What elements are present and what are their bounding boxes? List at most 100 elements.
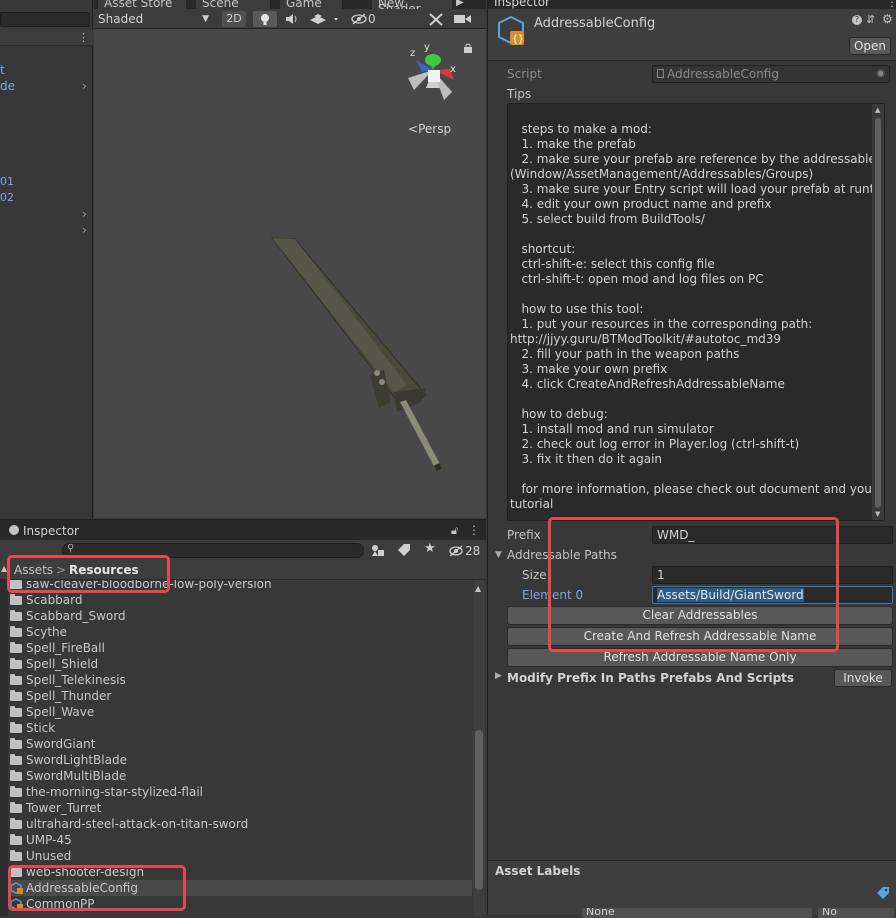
list-item[interactable]: SwordLightBlade — [10, 752, 465, 768]
panel-menu-icon[interactable]: ⋮ — [468, 523, 480, 537]
scriptable-object-icon — [10, 881, 26, 895]
scene-viewport[interactable]: z y x <Persp — [94, 30, 486, 518]
create-and-refresh-button[interactable]: Create And Refresh Addressable Name — [507, 627, 893, 646]
project-scrollbar[interactable]: ▲ — [473, 580, 485, 916]
orientation-gizmo[interactable]: z y x — [400, 42, 466, 114]
list-item[interactable]: Spell_Telekinesis — [10, 672, 465, 688]
filter-type-icon[interactable] — [370, 543, 386, 558]
project-panel-title[interactable]: Inspector — [23, 524, 79, 538]
scriptable-object-icon — [10, 897, 26, 911]
list-item[interactable]: Scabbard — [10, 592, 465, 608]
gear-icon[interactable]: ⚙ — [882, 12, 893, 26]
lock-icon[interactable] — [463, 42, 473, 53]
list-item[interactable]: web-shooter-design — [10, 864, 465, 880]
inspector-tab[interactable]: Inspector — [494, 0, 550, 9]
tips-line — [510, 227, 884, 242]
shading-mode-dropdown[interactable]: Shaded ▼ — [95, 10, 215, 28]
effects-toggle-icon[interactable] — [306, 11, 342, 27]
foldout-closed-icon[interactable]: ▶ — [495, 671, 502, 681]
hierarchy-item[interactable]: 01 — [0, 175, 14, 188]
hierarchy-item[interactable]: de — [0, 79, 15, 93]
scrollbar-thumb[interactable] — [875, 118, 881, 508]
list-item-label: Scabbard — [26, 593, 83, 607]
lock-icon[interactable]: 🔓︎ — [451, 524, 458, 538]
panel-menu-icon[interactable]: ⋮ — [886, 0, 896, 9]
list-item[interactable]: the-morning-star-stylized-flail — [10, 784, 465, 800]
list-item-label: Unused — [26, 849, 72, 863]
size-label: Size — [522, 568, 547, 582]
list-item[interactable]: SwordGiant — [10, 736, 465, 752]
folder-icon — [10, 642, 22, 653]
camera-icon[interactable] — [452, 11, 476, 27]
tips-textarea[interactable]: steps to make a mod: 1. make the prefab … — [507, 103, 885, 521]
list-item[interactable]: Stick — [10, 720, 465, 736]
more-tabs-icon[interactable]: ▶ — [456, 0, 464, 8]
object-picker-icon[interactable]: ◉ — [876, 66, 885, 82]
help-icon[interactable]: ? — [852, 15, 862, 25]
hidden-packages-icon[interactable] — [448, 543, 464, 558]
prefix-input[interactable]: WMD_ — [652, 526, 893, 544]
audio-toggle-icon[interactable] — [282, 11, 302, 27]
list-item[interactable]: Unused — [10, 848, 465, 864]
clear-addressables-button[interactable]: Clear Addressables — [507, 606, 893, 625]
scroll-up-arrow-icon[interactable]: ▲ — [1, 564, 7, 573]
list-item[interactable]: Spell_Thunder — [10, 688, 465, 704]
scroll-up-arrow-icon[interactable]: ▲ — [875, 106, 880, 114]
addressable-paths-label[interactable]: Addressable Paths — [507, 548, 617, 562]
list-item[interactable]: Tower_Turret — [10, 800, 465, 816]
tips-line: 3. make your own prefix — [510, 362, 668, 376]
folder-icon — [10, 580, 22, 589]
scroll-up-arrow-icon[interactable]: ▲ — [475, 584, 481, 593]
tips-scrollbar[interactable]: ▲ ▼ — [872, 104, 884, 520]
chevron-right-icon[interactable]: › — [82, 79, 87, 93]
script-file-icon — [657, 69, 664, 78]
list-item[interactable]: Spell_Wave — [10, 704, 465, 720]
scroll-down-arrow-icon[interactable]: ▼ — [875, 510, 880, 518]
open-button[interactable]: Open — [849, 37, 891, 55]
tools-icon[interactable] — [426, 11, 446, 27]
hierarchy-menu-icon[interactable]: ⋮ — [78, 31, 89, 45]
list-item[interactable]: CommonPP — [10, 896, 465, 912]
list-item[interactable]: UMP-45 — [10, 832, 465, 848]
bottom-partial-field[interactable]: None — [582, 908, 812, 918]
breadcrumb-assets[interactable]: Assets — [14, 563, 53, 577]
list-item[interactable]: SwordMultiBlade — [10, 768, 465, 784]
hierarchy-item[interactable]: t — [0, 63, 5, 77]
label-tag-icon[interactable] — [876, 886, 890, 900]
list-item[interactable]: Scabbard_Sword — [10, 608, 465, 624]
breadcrumb-resources[interactable]: Resources — [69, 563, 139, 577]
chevron-right-icon[interactable]: › — [82, 207, 87, 221]
list-item[interactable]: ultrahard-steel-attack-on-titan-sword — [10, 816, 465, 832]
list-item[interactable]: Scythe — [10, 624, 465, 640]
favorite-star-icon[interactable]: ★ — [424, 541, 436, 556]
tips-line: tutorial — [510, 497, 554, 511]
foldout-open-icon[interactable]: ▼ — [495, 550, 502, 560]
projection-toggle[interactable]: <Persp — [408, 122, 451, 136]
folder-icon — [10, 818, 22, 829]
hierarchy-item[interactable]: 02 — [0, 191, 14, 204]
list-item[interactable]: Spell_FireBall — [10, 640, 465, 656]
tips-line — [510, 392, 884, 407]
presets-icon[interactable]: ⇵ — [866, 13, 875, 26]
list-item-label: SwordGiant — [26, 737, 96, 751]
size-input[interactable]: 1 — [652, 566, 893, 584]
chevron-right-icon[interactable]: › — [82, 223, 87, 237]
invoke-button[interactable]: Invoke — [834, 669, 892, 687]
list-item[interactable]: saw-cleaver-bloodborne-low-poly-version — [10, 580, 465, 592]
filter-label-icon[interactable] — [396, 543, 412, 558]
refresh-name-only-button[interactable]: Refresh Addressable Name Only — [507, 648, 893, 667]
modify-prefix-label[interactable]: Modify Prefix In Paths Prefabs And Scrip… — [507, 671, 794, 685]
folder-icon — [10, 658, 22, 669]
list-item[interactable]: Spell_Shield — [10, 656, 465, 672]
folder-icon — [10, 754, 22, 765]
tips-line: 5. select build from BuildTools/ — [510, 212, 705, 226]
element-0-input[interactable]: Assets/Build/GiantSword — [652, 586, 893, 604]
bottom-partial-field[interactable]: No — [818, 908, 894, 918]
scrollbar-thumb[interactable] — [475, 730, 483, 890]
list-item-label: Spell_Shield — [26, 657, 99, 671]
toggle-2d-button[interactable]: 2D — [222, 11, 246, 27]
lighting-toggle-icon[interactable] — [253, 11, 277, 27]
hierarchy-search-input[interactable] — [0, 12, 90, 27]
project-search-input[interactable]: ⚲ — [62, 543, 364, 558]
list-item[interactable]: AddressableConfig — [8, 880, 472, 896]
